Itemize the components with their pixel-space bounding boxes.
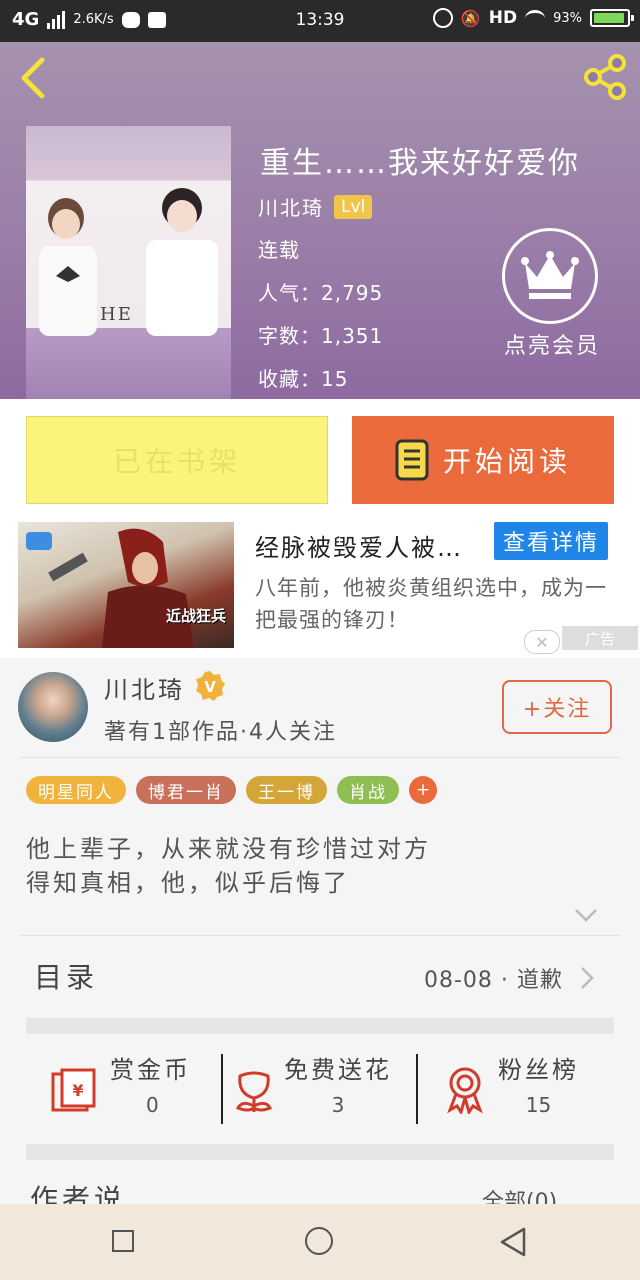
book-icon [395, 439, 429, 481]
book-cover[interactable]: HE [26, 126, 231, 399]
stat-label: 免费送花 [284, 1056, 392, 1084]
shelf-button[interactable]: 已在书架 [26, 416, 328, 504]
book-title: 重生……我来好好爱你 [260, 146, 580, 181]
reward-coins[interactable]: ¥ 赏金币 0 [50, 1050, 191, 1117]
ad-detail-button[interactable]: 查看详情 [494, 522, 608, 560]
svg-text:¥: ¥ [72, 1081, 83, 1100]
status-bar: 4G 2.6K/s 13:39 🔕 HD 93% [0, 0, 640, 42]
alarm-icon [432, 8, 453, 28]
latest-chapter[interactable]: 08-08 · 道歉 [424, 962, 563, 994]
book-popularity: 人气：2,795 [258, 281, 384, 305]
section-separator [26, 1018, 614, 1034]
home-button[interactable] [305, 1227, 333, 1255]
flower-icon [235, 1071, 273, 1112]
divider [20, 757, 620, 758]
wifi-icon [525, 9, 546, 27]
chevron-right-icon [581, 967, 594, 989]
tag-item[interactable]: 明星同人 [26, 776, 126, 804]
svg-text:V: V [204, 678, 216, 696]
fan-ranking[interactable]: 粉丝榜 15 [444, 1050, 579, 1117]
tag-item[interactable]: 肖战 [337, 776, 399, 804]
author-avatar[interactable] [18, 672, 88, 742]
red-envelope-icon: ¥ [51, 1068, 96, 1112]
tag-list: 明星同人 博君一肖 王一博 肖战 + [26, 776, 437, 804]
book-status: 连载 [258, 238, 300, 262]
ad-character-figure [26, 528, 194, 648]
share-icon [584, 54, 626, 100]
stat-label: 赏金币 [110, 1056, 191, 1084]
author-level-badge: Lvl [334, 194, 373, 219]
cover-text: HE [100, 304, 133, 325]
book-word-count: 字数：1,351 [258, 324, 384, 348]
stat-divider [221, 1054, 223, 1124]
start-reading-button[interactable]: 开始阅读 [352, 416, 614, 504]
stat-value: 0 [146, 1093, 159, 1117]
toc-label: 目录 [34, 961, 99, 994]
divider [20, 935, 620, 936]
book-intro[interactable]: 他上辈子，从来就没有珍惜过对方 得知真相，他，似乎后悔了 [26, 832, 431, 900]
chevron-down-icon[interactable] [574, 908, 598, 922]
ad-image-caption: 近战狂兵 [165, 607, 226, 625]
stat-value: 3 [331, 1093, 345, 1117]
recent-apps-button[interactable] [112, 1230, 134, 1252]
ad-close-button[interactable]: ✕ [524, 630, 560, 654]
author-subtitle: 著有1部作品·4人关注 [104, 720, 337, 745]
tag-item[interactable]: 王一博 [246, 776, 327, 804]
hd-indicator: HD [488, 8, 518, 28]
medal-icon [447, 1067, 483, 1114]
free-flower[interactable]: 免费送花 3 [234, 1050, 392, 1117]
tag-item[interactable]: 博君一肖 [136, 776, 236, 804]
cover-figure-right [146, 188, 218, 336]
battery-percent: 93% [553, 10, 582, 26]
back-nav-button[interactable] [498, 1226, 528, 1258]
ad-description: 八年前，他被炎黄组织选中，成为一把最强的锋刃！ [255, 576, 607, 632]
mute-bell-icon: 🔕 [460, 8, 481, 28]
stat-divider [416, 1054, 418, 1124]
ad-image[interactable]: 近战狂兵 [18, 522, 234, 648]
battery-icon [590, 9, 634, 27]
book-favorites: 收藏：15 [258, 367, 349, 391]
author-name[interactable]: 川北琦 [104, 670, 185, 705]
chevron-left-icon [21, 57, 45, 99]
book-author[interactable]: 川北琦 [258, 192, 324, 221]
add-tag-button[interactable]: + [409, 776, 437, 804]
back-button[interactable] [16, 56, 52, 100]
start-reading-label: 开始阅读 [442, 445, 571, 478]
verified-icon: V [196, 671, 225, 701]
crown-icon [521, 251, 579, 299]
ad-label: 广告 [562, 626, 638, 650]
shelf-button-label: 已在书架 [112, 445, 241, 478]
ad-title[interactable]: 经脉被毁爱人被… [255, 528, 463, 563]
stat-value: 15 [525, 1093, 552, 1117]
share-button[interactable] [580, 52, 630, 102]
vip-button[interactable] [502, 228, 598, 324]
follow-button[interactable]: +关注 [502, 680, 612, 734]
stat-label: 粉丝榜 [498, 1056, 579, 1084]
section-separator [26, 1144, 614, 1160]
verified-badge: V [194, 670, 226, 702]
cover-figure-left [39, 198, 97, 336]
intro-line: 得知真相，他，似乎后悔了 [26, 869, 350, 897]
vip-label: 点亮会员 [504, 334, 601, 359]
intro-line: 他上辈子，从来就没有珍惜过对方 [26, 835, 431, 863]
